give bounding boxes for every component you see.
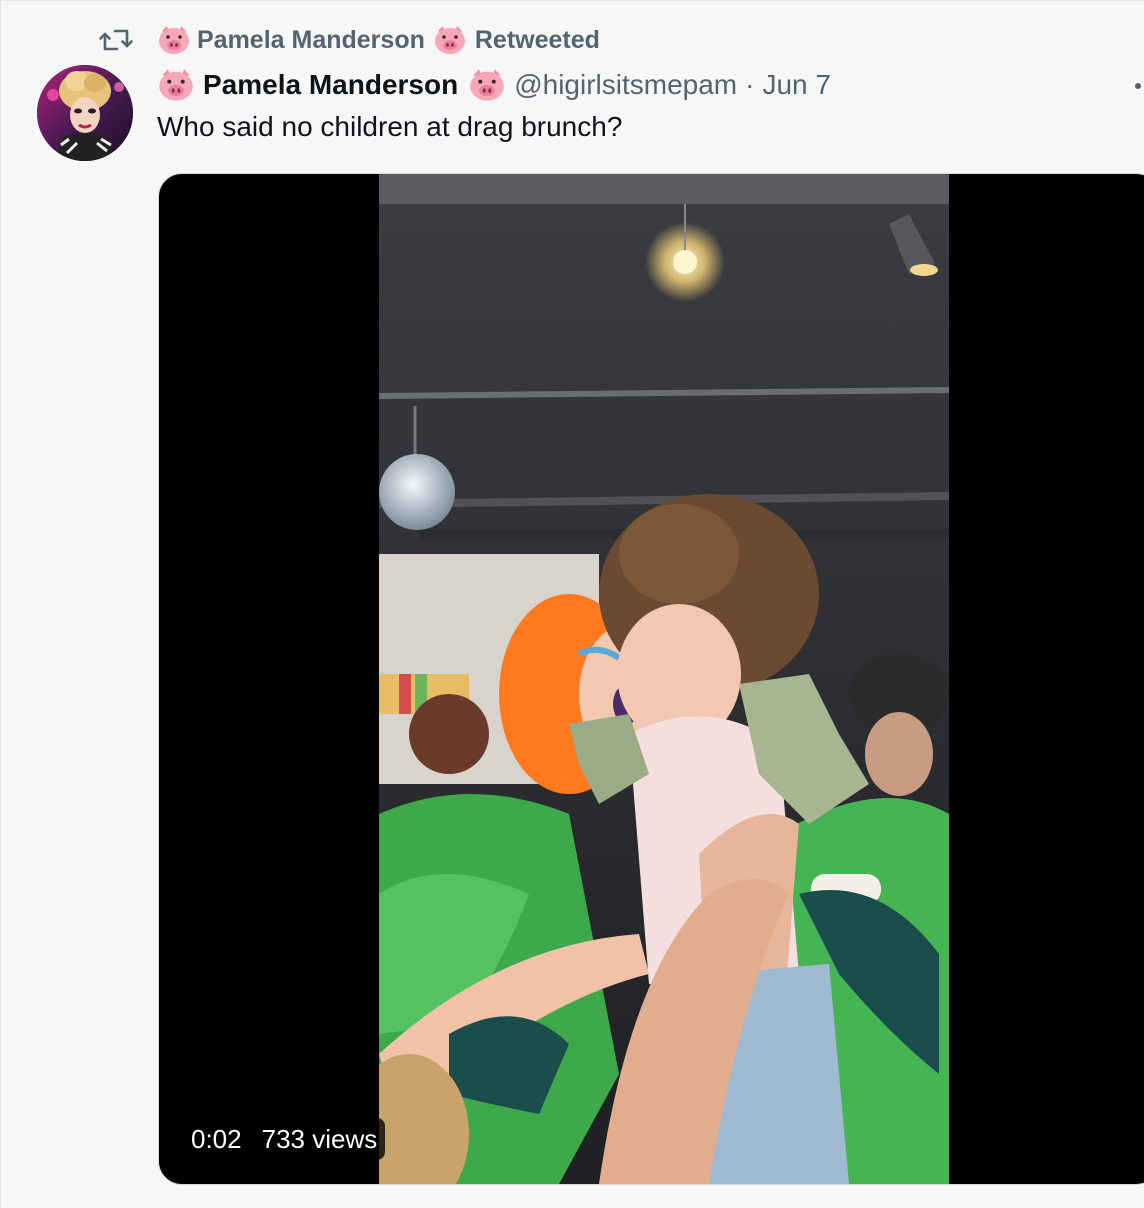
video-thumbnail bbox=[379, 174, 949, 1184]
retweeter-name[interactable]: Pamela Manderson bbox=[197, 26, 425, 55]
retweeted-label: Retweeted bbox=[474, 25, 600, 54]
pig-face-icon bbox=[470, 69, 504, 101]
pig-face-icon bbox=[434, 26, 465, 54]
author-display-name[interactable]: Pamela Manderson bbox=[203, 69, 458, 101]
header-separator: · bbox=[745, 69, 755, 100]
author-handle[interactable]: @higirlsitsmepam bbox=[514, 69, 737, 101]
tweet-card[interactable]: Pamela Manderson Retweeted Pamela Mander… bbox=[0, 0, 1144, 1208]
tweet-date[interactable]: Jun 7 bbox=[762, 69, 831, 101]
video-frame[interactable] bbox=[379, 174, 949, 1184]
video-time: 0:02 bbox=[191, 1123, 242, 1154]
tweet-text: Who said no children at drag brunch? bbox=[157, 111, 623, 142]
video-stats-badge: 0:02 733 views bbox=[177, 1118, 386, 1160]
more-options-icon[interactable] bbox=[1135, 83, 1141, 89]
video-player[interactable]: 0:02 733 views bbox=[158, 173, 1144, 1185]
retweet-context: Pamela Manderson Retweeted bbox=[99, 23, 600, 57]
pig-face-icon bbox=[159, 26, 189, 54]
tweet-header: Pamela Manderson @higirlsitsmepam · Jun … bbox=[157, 65, 831, 105]
pig-face-icon bbox=[159, 69, 193, 101]
video-views: 733 views bbox=[261, 1123, 378, 1154]
retweet-icon bbox=[99, 29, 133, 51]
avatar[interactable] bbox=[37, 65, 133, 161]
drag-queen-avatar-image bbox=[37, 65, 133, 161]
